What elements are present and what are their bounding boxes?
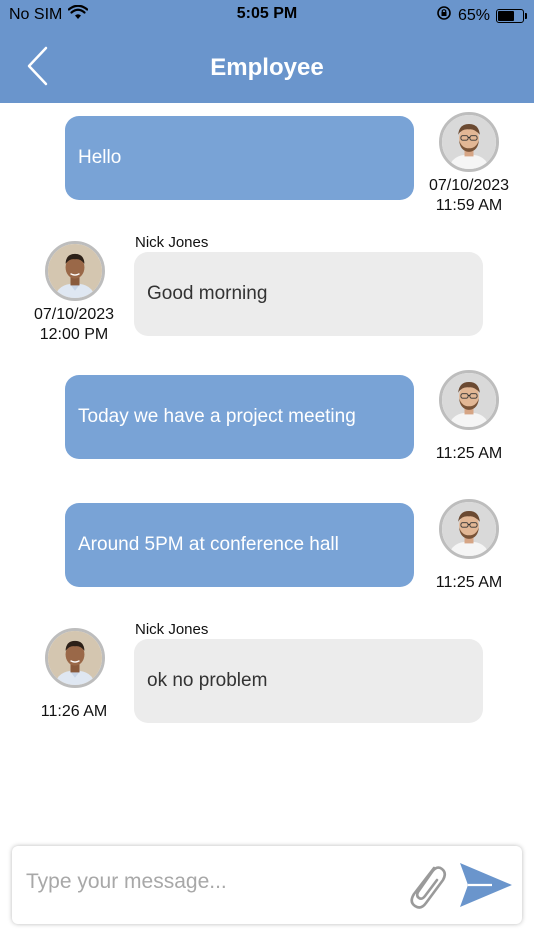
user-avatar — [439, 370, 499, 430]
status-right: 65% — [436, 5, 527, 26]
user-avatar — [439, 112, 499, 172]
message-input[interactable] — [26, 866, 396, 898]
battery-percent: 65% — [457, 6, 490, 24]
message-timestamp: 07/10/2023 12:00 PM — [24, 305, 124, 345]
battery-fill — [498, 10, 514, 21]
attach-button[interactable] — [400, 858, 452, 912]
paperclip-icon — [410, 866, 447, 909]
message-text: Today we have a project meeting — [78, 406, 356, 427]
message-timestamp: 11:25 AM — [418, 444, 520, 464]
orientation-lock-icon — [436, 5, 452, 26]
send-button[interactable] — [458, 859, 514, 911]
battery-icon — [496, 8, 527, 23]
user-avatar-image — [442, 115, 496, 169]
message-text: Around 5PM at conference hall — [78, 534, 339, 555]
message-timestamp: 11:25 AM — [418, 573, 520, 593]
message-timestamp: 07/10/2023 11:59 AM — [418, 176, 520, 216]
message-time: 11:25 AM — [435, 574, 503, 591]
message-date: 07/10/2023 — [428, 177, 510, 194]
message-time: 11:25 AM — [435, 445, 503, 462]
sender-name: Nick Jones — [135, 234, 209, 251]
message-bubble-outgoing[interactable]: Today we have a project meeting — [65, 375, 414, 459]
message-bubble-incoming[interactable]: ok no problem — [134, 639, 483, 723]
sender-name: Nick Jones — [135, 621, 209, 638]
message-time: 11:26 AM — [40, 703, 108, 720]
message-text: Good morning — [147, 283, 268, 304]
contact-avatar-image — [48, 631, 102, 685]
user-avatar — [439, 499, 499, 559]
message-bubble-outgoing[interactable]: Hello — [65, 116, 414, 200]
page-title: Employee — [210, 54, 324, 81]
message-time: 12:00 PM — [39, 326, 109, 343]
message-date: 07/10/2023 — [33, 306, 115, 323]
message-text: ok no problem — [147, 670, 268, 691]
message-composer — [12, 846, 522, 924]
message-time: 11:59 AM — [435, 197, 503, 214]
contact-avatar — [45, 241, 105, 301]
user-avatar-image — [442, 502, 496, 556]
user-avatar-image — [442, 373, 496, 427]
message-text: Hello — [78, 147, 122, 168]
send-icon — [460, 863, 512, 907]
message-bubble-incoming[interactable]: Good morning — [134, 252, 483, 336]
message-bubble-outgoing[interactable]: Around 5PM at conference hall — [65, 503, 414, 587]
contact-avatar-image — [48, 244, 102, 298]
contact-avatar — [45, 628, 105, 688]
app-header: No SIM 5:05 PM 65% Employee — [0, 0, 534, 103]
status-bar: No SIM 5:05 PM 65% — [0, 0, 534, 28]
message-timestamp: 11:26 AM — [24, 702, 124, 722]
